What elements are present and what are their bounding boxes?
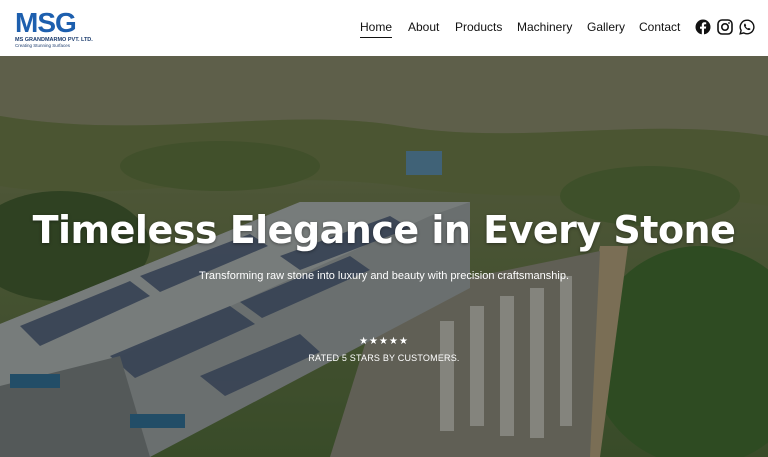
nav-contact[interactable]: Contact <box>639 20 680 34</box>
hero-section: Timeless Elegance in Every Stone Transfo… <box>0 56 768 457</box>
rating-text: RATED 5 STARS BY CUSTOMERS. <box>308 353 460 363</box>
whatsapp-icon[interactable] <box>739 19 755 35</box>
logo-mark: MSG <box>15 7 77 38</box>
facebook-icon[interactable] <box>695 19 711 35</box>
hero-title: Timeless Elegance in Every Stone <box>32 208 736 252</box>
company-tagline: Creating Stunning Surfaces <box>15 43 71 48</box>
rating-stars: ★★★★★ <box>359 336 409 347</box>
nav-gallery[interactable]: Gallery <box>587 20 625 34</box>
site-header: MSG MS GRANDMARMO PVT. LTD. Creating Stu… <box>0 0 768 57</box>
nav-products[interactable]: Products <box>455 20 502 34</box>
brand-logo[interactable]: MSG MS GRANDMARMO PVT. LTD. Creating Stu… <box>15 7 93 49</box>
nav-machinery[interactable]: Machinery <box>517 20 572 34</box>
hero-overlay <box>0 56 768 457</box>
nav-home[interactable]: Home <box>360 20 393 38</box>
nav-about[interactable]: About <box>408 20 439 34</box>
hero-subtitle: Transforming raw stone into luxury and b… <box>198 270 570 282</box>
instagram-icon[interactable] <box>717 19 733 35</box>
